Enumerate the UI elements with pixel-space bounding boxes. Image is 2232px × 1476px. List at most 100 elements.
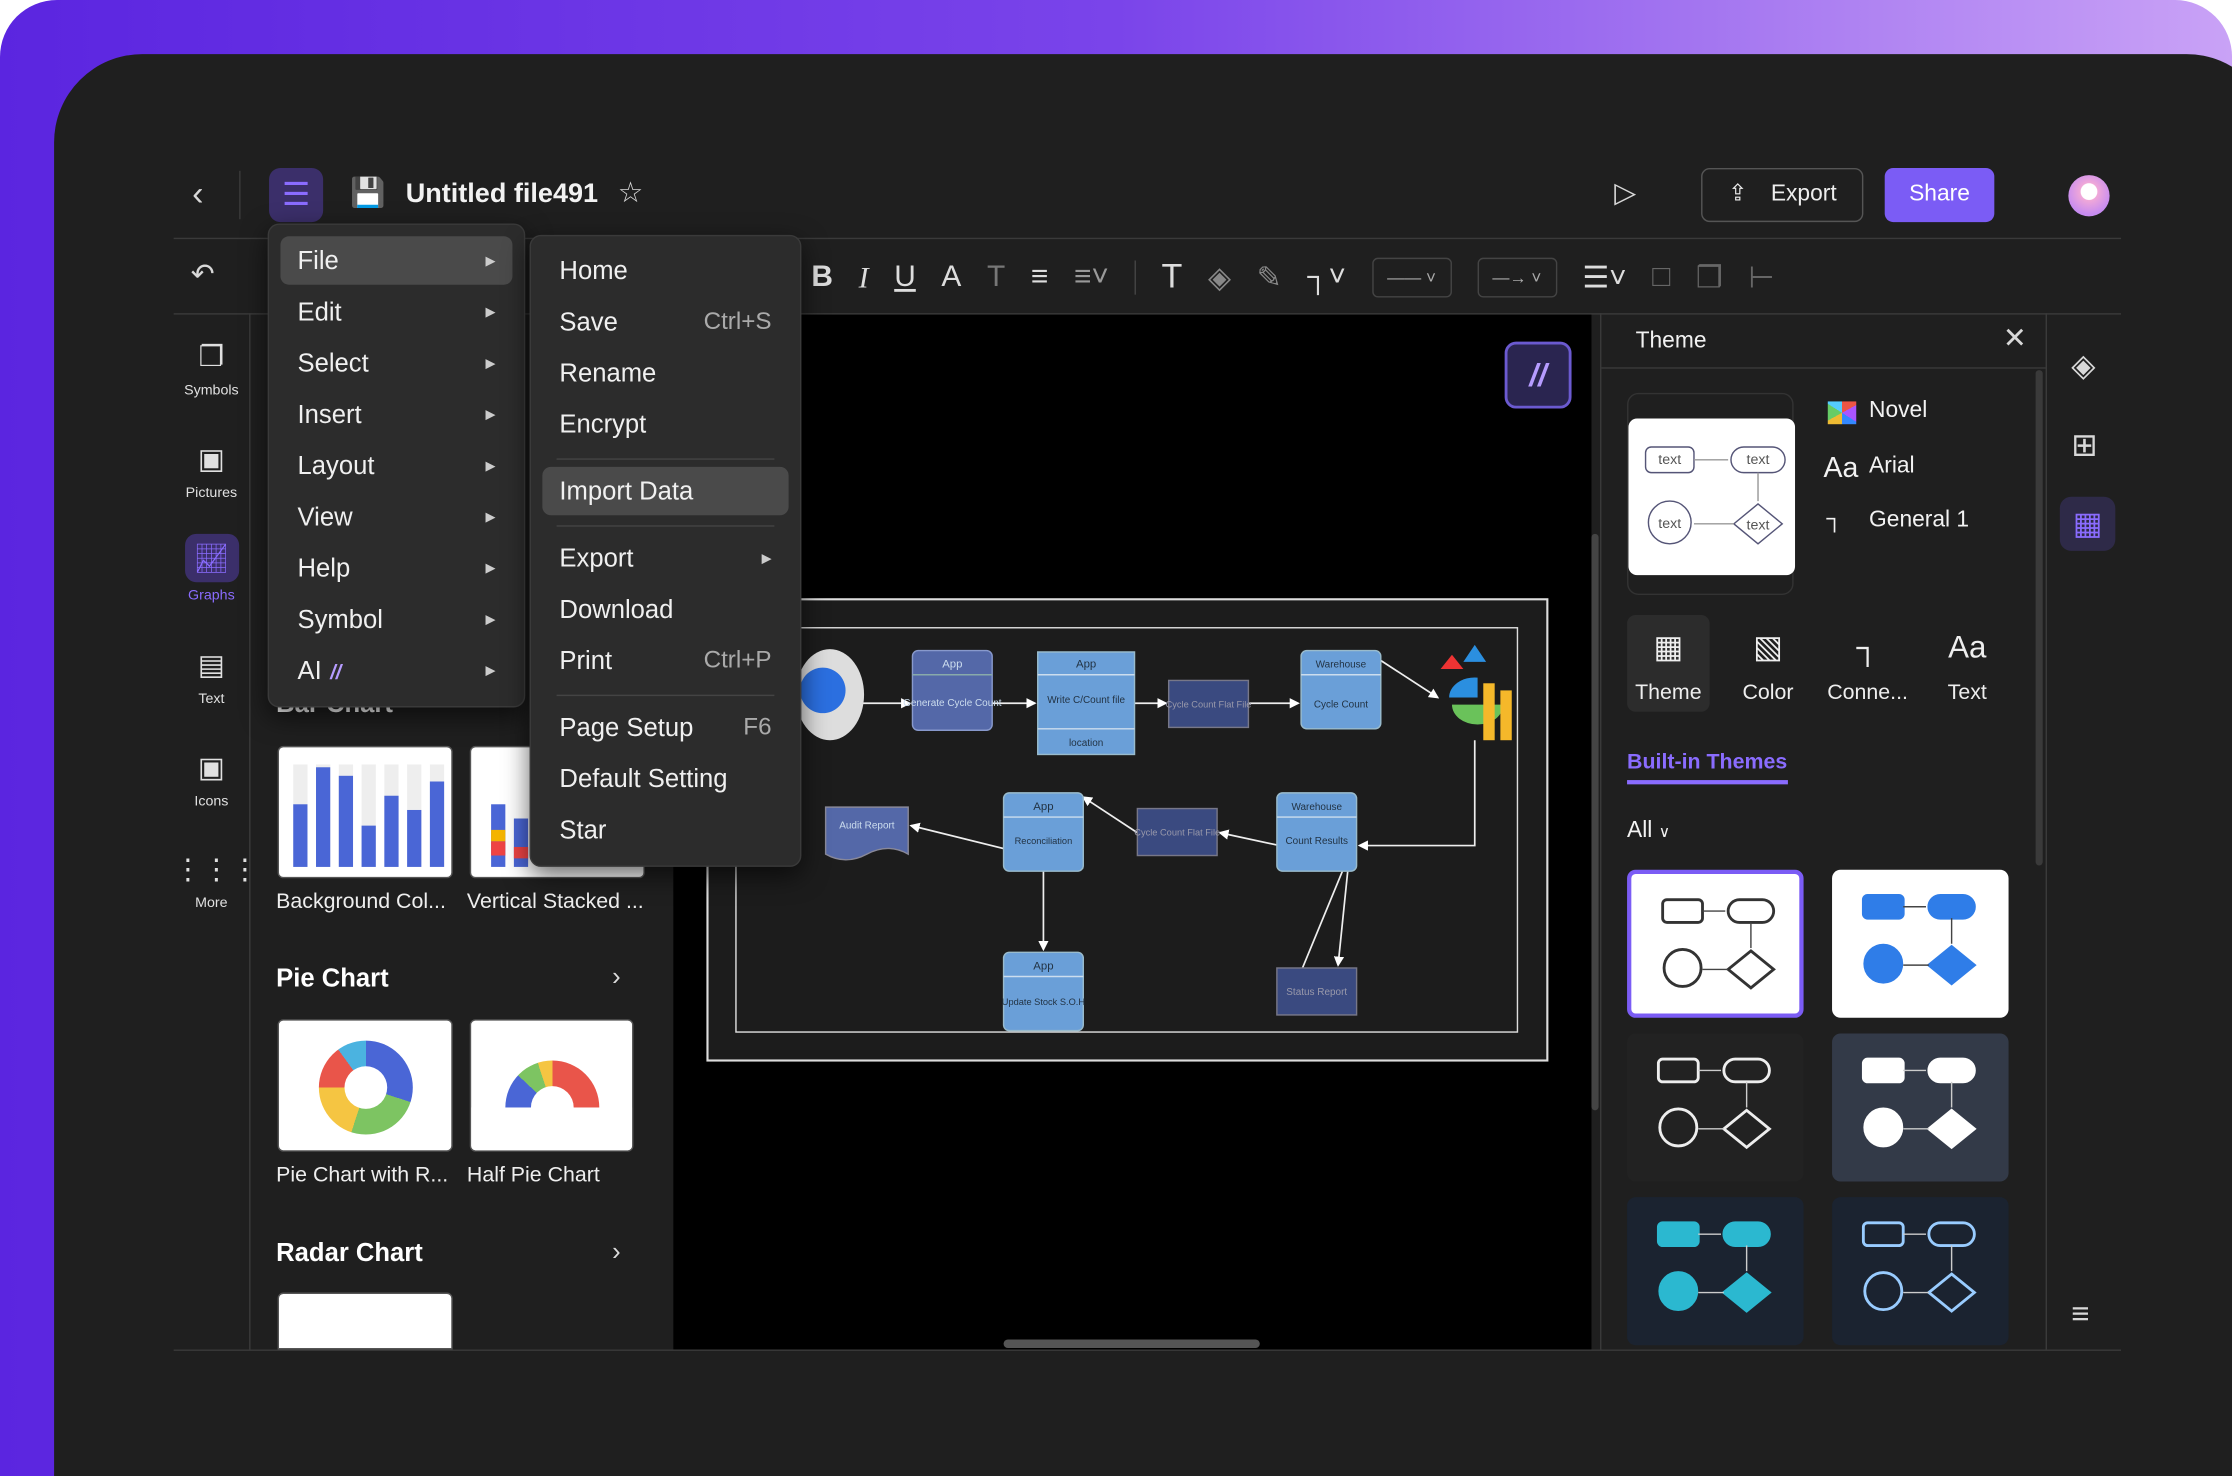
strikethrough-icon[interactable]: T [987,261,1005,295]
sidebar-item-graphs[interactable]: 📈︎ Graphs [174,533,249,604]
pictures-icon: ▣ [197,444,225,476]
menu-item-download[interactable]: Download [542,585,788,633]
menu-item-help[interactable]: Help ▶ [280,544,512,592]
export-icon: ⇪ [1728,182,1748,207]
undo-icon[interactable]: ↶ [191,261,215,289]
current-connector[interactable]: General 1 [1869,508,1969,534]
chevron-down-icon: ∨ [1658,824,1671,842]
menu-item-export[interactable]: Export ▶ [542,534,788,582]
text-icon[interactable]: T [1162,258,1183,298]
arrange-icon[interactable]: ⊢ [1748,260,1774,296]
sidebar-label: Icons [194,794,229,810]
menu-item-rename[interactable]: Rename [542,349,788,397]
font-color-icon[interactable]: A [941,261,961,295]
line-weight-icon[interactable]: ☰˅ [1582,260,1626,296]
menu-item-ai[interactable]: AI // ▶ [280,646,512,694]
tab-connector[interactable]: ┐ Conne... [1826,615,1909,712]
export-button[interactable]: ⇪ Export [1701,167,1864,223]
sidebar-item-symbols[interactable]: ❐ Symbols [174,339,249,399]
tab-color[interactable]: ▧ Color [1727,615,1810,712]
italic-icon[interactable]: I [859,260,869,296]
line-style-dropdown[interactable]: —— ˅ [1371,257,1452,298]
tab-label: Conne... [1827,680,1909,705]
tab-theme[interactable]: ▦ Theme [1627,614,1710,712]
current-font[interactable]: Arial [1869,454,1915,480]
menu-item-save[interactable]: Save Ctrl+S [542,298,788,346]
menu-item-file[interactable]: File ▶ [280,236,513,285]
theme-card[interactable] [1627,1197,1804,1346]
underline-icon[interactable]: U [894,261,916,295]
menu-item-page-setup[interactable]: Page Setup F6 [542,703,788,751]
ai-assistant-button[interactable]: // [1504,341,1572,409]
template-background-column[interactable] [277,745,453,879]
close-icon[interactable]: ✕ [2003,325,2027,353]
arrow-style-dropdown[interactable]: —→ ˅ [1476,257,1557,298]
style-fill-icon[interactable]: ◈ [2071,349,2095,381]
symbols-icon: ❐ [198,341,225,373]
built-in-themes-tab[interactable]: Built-in Themes [1627,750,1788,785]
vertical-scrollbar[interactable] [1591,533,1599,1111]
shadow-icon[interactable]: ❒ [1696,260,1723,296]
document-title[interactable]: Untitled file491 [406,179,598,210]
current-color-theme[interactable]: Novel [1869,399,1927,425]
app-window: ‹ ☰ 💾 Untitled file491 ☆ ▷ ⇪ Export Share… [0,0,2232,1476]
svg-text:App: App [1033,960,1053,972]
menu-item-print[interactable]: Print Ctrl+P [542,636,788,684]
menu-item-home[interactable]: Home [542,246,788,294]
fill-icon[interactable]: ◈ [1208,260,1231,296]
menu-item-select[interactable]: Select ▶ [280,339,512,387]
line-spacing-icon[interactable]: ≡˅ [1074,261,1109,295]
play-icon[interactable]: ▷ [1614,179,1636,207]
current-theme-preview[interactable]: text text text text [1627,392,1796,596]
color-grid-icon: ▧ [1753,629,1783,665]
connector-icon[interactable]: ┐˅ [1307,261,1346,295]
template-radar-chart[interactable] [277,1292,453,1350]
menu-item-view[interactable]: View ▶ [280,493,512,541]
menu-item-default-setting[interactable]: Default Setting [542,754,788,802]
theme-card[interactable] [1832,1033,2009,1182]
menu-item-symbol[interactable]: Symbol ▶ [280,595,512,643]
filter-settings-icon[interactable]: ≡ [2071,1298,2089,1329]
pen-icon[interactable]: ✎ [1257,260,1282,296]
sidebar-item-more[interactable]: ⋮⋮⋮ More [174,851,259,911]
chevron-right-icon[interactable]: › [612,1237,621,1267]
star-icon[interactable]: ☆ [618,179,644,207]
menu-item-star[interactable]: Star [542,806,788,854]
format-settings-icon[interactable]: ⊞ [2071,429,2097,461]
avatar[interactable] [2068,175,2110,217]
template-pie-chart-ring[interactable] [277,1019,453,1152]
menu-item-layout[interactable]: Layout ▶ [280,441,512,489]
sidebar-item-icons[interactable]: ▣ Icons [174,750,249,810]
theme-filter-dropdown[interactable]: All ∨ [1627,819,1670,845]
theme-card[interactable] [1627,869,1804,1018]
menu-button[interactable]: ☰ [269,167,324,223]
tab-text[interactable]: Aa Text [1926,615,2009,712]
section-pie-chart: Pie Chart [276,963,389,993]
template-label: Pie Chart with R... [276,1162,449,1188]
sidebar-item-pictures[interactable]: ▣ Pictures [174,441,249,501]
panel-scrollbar[interactable] [2035,370,2043,866]
bold-icon[interactable]: B [811,261,833,295]
menu-item-insert[interactable]: Insert ▶ [280,390,512,438]
svg-text:text: text [1658,452,1681,468]
theme-rail-button[interactable]: ▦ [2059,496,2116,551]
menu-item-label: View [297,502,353,531]
menu-item-import-data[interactable]: Import Data [542,466,789,516]
menu-item-edit[interactable]: Edit ▶ [280,288,512,336]
theme-card[interactable] [1832,1197,2009,1346]
horizontal-scrollbar[interactable] [1003,1339,1260,1349]
submenu-arrow-icon: ▶ [485,355,496,371]
group-icon[interactable]: □ [1652,261,1670,295]
share-button[interactable]: Share [1884,167,1995,223]
chevron-right-icon[interactable]: › [612,962,621,992]
menu-item-encrypt[interactable]: Encrypt [542,400,788,448]
theme-card[interactable] [1627,1033,1804,1182]
template-half-pie-chart[interactable] [469,1019,634,1152]
back-icon[interactable]: ‹ [192,177,203,212]
theme-card[interactable] [1832,869,2009,1018]
align-icon[interactable]: ≡ [1031,261,1048,295]
save-icon[interactable]: 💾 [350,179,385,207]
theme-icon: ▦ [1653,629,1684,665]
sidebar-item-text[interactable]: ▤ Text [174,648,249,708]
canvas[interactable]: App Generate Cycle Count App Write C/Count… [673,314,1592,1350]
